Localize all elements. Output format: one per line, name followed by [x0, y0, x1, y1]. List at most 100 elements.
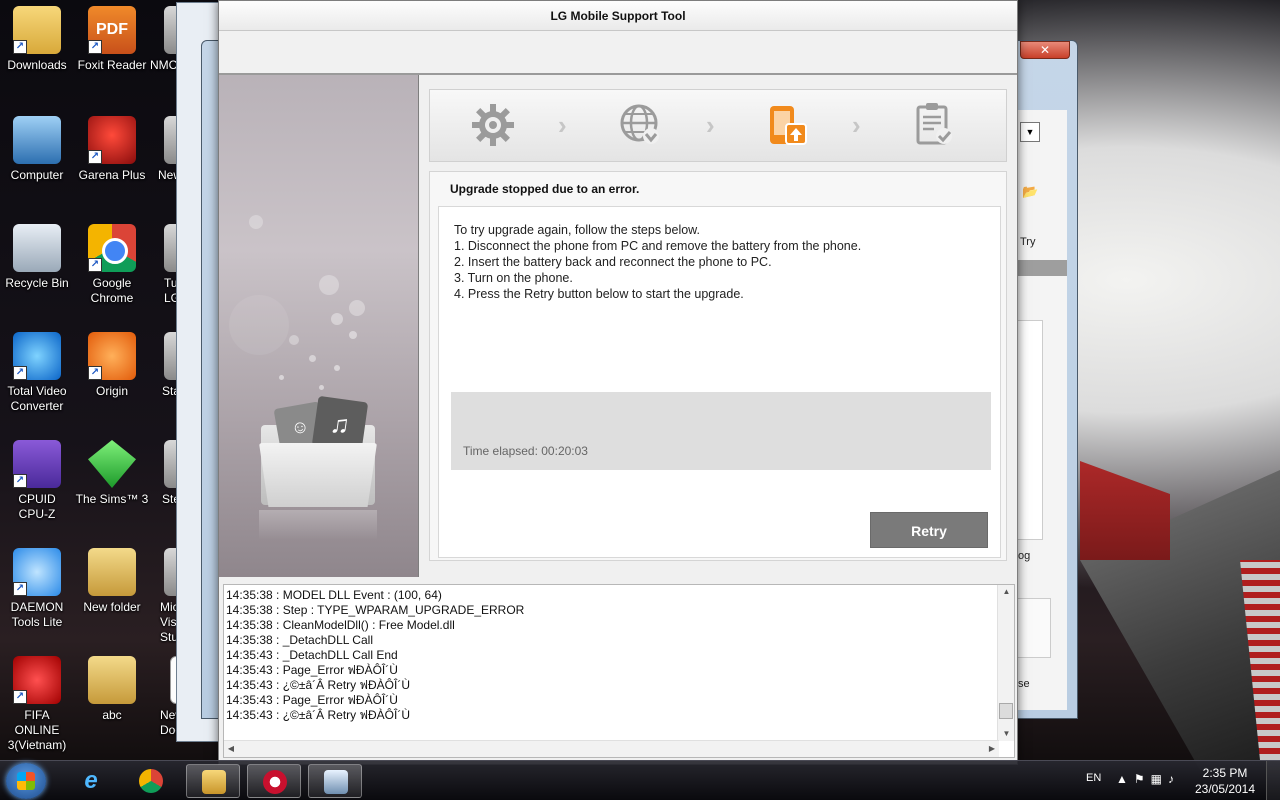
instruction-line: 1. Disconnect the phone from PC and remo… — [454, 239, 862, 253]
log-horizontal-scrollbar[interactable]: ◀ ▶ — [224, 740, 999, 757]
desktop-icon-label: DAEMON Tools Lite — [10, 600, 64, 629]
chrome-icon: ↗ — [88, 224, 136, 272]
desktop-icon-recycle-bin[interactable]: Recycle Bin — [0, 224, 74, 291]
daemon-tools-icon: ↗ — [13, 548, 61, 596]
desktop-icon-label: Origin — [95, 384, 128, 398]
lg-support-tool-window: LG Mobile Support Tool ☺ ♫ › › › Upgrade… — [218, 0, 1018, 765]
side-art-panel: ☺ ♫ — [219, 75, 419, 577]
bokeh-dot — [319, 385, 324, 390]
background-window-try-label[interactable]: Try — [1020, 236, 1035, 248]
status-title: Upgrade stopped due to an error. — [450, 182, 640, 196]
bokeh-dot — [349, 331, 357, 339]
downloads-folder-icon: ↗ — [13, 6, 61, 54]
background-window-progress — [1017, 260, 1067, 276]
desktop-icon-fifa-online[interactable]: ↗ FIFA ONLINE 3(Vietnam) — [0, 656, 74, 753]
log-line: 14:35:38 : _DetachDLL Call — [226, 633, 373, 647]
action-center-flag-icon[interactable]: ⚑ — [1134, 772, 1151, 786]
desktop-icon-abc[interactable]: abc — [75, 656, 149, 723]
retry-button[interactable]: Retry — [870, 512, 988, 548]
desktop-icon-daemon-tools[interactable]: ↗ DAEMON Tools Lite — [0, 548, 74, 630]
log-line: 14:35:38 : Step : TYPE_WPARAM_UPGRADE_ER… — [226, 603, 525, 617]
instruction-line: To try upgrade again, follow the steps b… — [454, 223, 700, 237]
lg-logo-icon — [263, 770, 287, 794]
taskbar-explorer-button[interactable] — [186, 764, 240, 798]
background-window-og-label: og — [1018, 550, 1031, 562]
system-tray[interactable]: ▲⚑▦♪ — [1116, 772, 1180, 786]
log-vertical-scrollbar[interactable]: ▲ ▼ — [997, 585, 1014, 741]
bokeh-dot — [249, 215, 263, 229]
desktop-icon-computer[interactable]: Computer — [0, 116, 74, 183]
scroll-right-arrow-icon[interactable]: ▶ — [985, 741, 999, 757]
folder-icon — [88, 548, 136, 596]
sims3-icon — [88, 440, 136, 488]
desktop-icon-label: Downloads — [7, 58, 67, 72]
desktop-icon-label: Google Chrome — [90, 276, 134, 305]
show-desktop-button[interactable] — [1266, 761, 1280, 800]
desktop-icon-origin[interactable]: ↗ Origin — [75, 332, 149, 399]
desktop-icon-sims3[interactable]: The Sims™ 3 — [75, 440, 149, 507]
clock-time: 2:35 PM — [1202, 766, 1248, 780]
desktop-icon-downloads[interactable]: ↗ Downloads — [0, 6, 74, 73]
volume-icon[interactable]: ♪ — [1168, 772, 1180, 786]
background-window-list — [1017, 320, 1043, 540]
log-console[interactable]: 14:35:38 : MODEL DLL Event : (100, 64) 1… — [223, 584, 1015, 758]
fifa-online-icon: ↗ — [13, 656, 61, 704]
desktop-icon-label: New folder — [83, 600, 141, 614]
network-icon[interactable]: ▦ — [1151, 772, 1168, 786]
total-video-converter-icon: ↗ — [13, 332, 61, 380]
background-window-se-label: se — [1018, 678, 1030, 690]
cpuz-icon: ↗ — [13, 440, 61, 488]
globe-download-icon — [615, 100, 665, 150]
log-line: 14:35:43 : ¿©±â´Â Retry ฟÐÀÔÎ´Ù — [226, 708, 410, 722]
desktop-icon-foxit[interactable]: PDF ↗ Foxit Reader — [75, 6, 149, 73]
desktop-icon-label: Garena Plus — [78, 168, 146, 182]
desktop-icon-cpuz[interactable]: ↗ CPUID CPU-Z — [0, 440, 74, 522]
clock-date: 23/05/2014 — [1194, 782, 1256, 796]
scroll-left-arrow-icon[interactable]: ◀ — [224, 741, 238, 757]
log-line: 14:35:38 : MODEL DLL Event : (100, 64) — [226, 588, 442, 602]
desktop-icon-chrome[interactable]: ↗ Google Chrome — [75, 224, 149, 306]
main-body: ☺ ♫ › › › Upgrade stopped due to an erro… — [219, 75, 1017, 577]
desktop-icon-garena[interactable]: ↗ Garena Plus — [75, 116, 149, 183]
bokeh-dot — [349, 300, 365, 316]
content-area: › › › Upgrade stopped due to an error. T… — [429, 89, 1007, 573]
taskbar-clock[interactable]: 2:35 PM 23/05/2014 — [1190, 765, 1260, 797]
start-button[interactable] — [6, 763, 46, 799]
application-window-icon — [324, 770, 348, 794]
origin-icon: ↗ — [88, 332, 136, 380]
desktop-icon-new-folder[interactable]: New folder — [75, 548, 149, 615]
background-window-dropdown[interactable]: ▼ — [1020, 122, 1040, 142]
internet-explorer-icon: e — [84, 767, 98, 794]
desktop-icon-label: The Sims™ 3 — [75, 492, 149, 506]
instruction-line: 3. Turn on the phone. — [454, 271, 573, 285]
toolbar — [219, 31, 1017, 75]
scroll-down-arrow-icon[interactable]: ▼ — [998, 727, 1015, 741]
scroll-up-arrow-icon[interactable]: ▲ — [998, 585, 1015, 599]
desktop-icon-total-video-converter[interactable]: ↗ Total Video Converter — [0, 332, 74, 414]
language-indicator[interactable]: EN — [1086, 772, 1101, 784]
taskbar-chrome-button[interactable] — [124, 764, 178, 798]
scroll-thumb[interactable] — [999, 703, 1013, 719]
bokeh-dot — [319, 275, 339, 295]
taskbar-ie-button[interactable]: e — [64, 764, 118, 798]
open-folder-icon[interactable]: 📂 — [1022, 184, 1038, 200]
instruction-line: 2. Insert the battery back and reconnect… — [454, 255, 772, 269]
taskbar-lg-tool-button[interactable] — [247, 764, 301, 798]
background-window-close-button[interactable]: ✕ — [1020, 41, 1070, 59]
bokeh-dot — [229, 295, 289, 355]
background-window-box — [1017, 598, 1051, 658]
gear-icon — [468, 100, 518, 150]
desktop-icon-label: FIFA ONLINE 3(Vietnam) — [7, 708, 67, 752]
chevron-right-icon: › — [852, 110, 861, 140]
file-explorer-icon — [202, 770, 226, 794]
taskbar-app-button[interactable] — [308, 764, 362, 798]
folder-icon — [88, 656, 136, 704]
chrome-icon — [139, 769, 163, 793]
progress-steps: › › › — [429, 89, 1007, 162]
show-hidden-icons-icon[interactable]: ▲ — [1116, 772, 1134, 786]
garena-icon: ↗ — [88, 116, 136, 164]
window-title: LG Mobile Support Tool — [219, 1, 1017, 31]
instruction-line: 4. Press the Retry button below to start… — [454, 287, 744, 301]
log-line: 14:35:38 : CleanModelDll() : Free Model.… — [226, 618, 455, 632]
time-elapsed: Time elapsed: 00:20:03 — [463, 444, 588, 458]
